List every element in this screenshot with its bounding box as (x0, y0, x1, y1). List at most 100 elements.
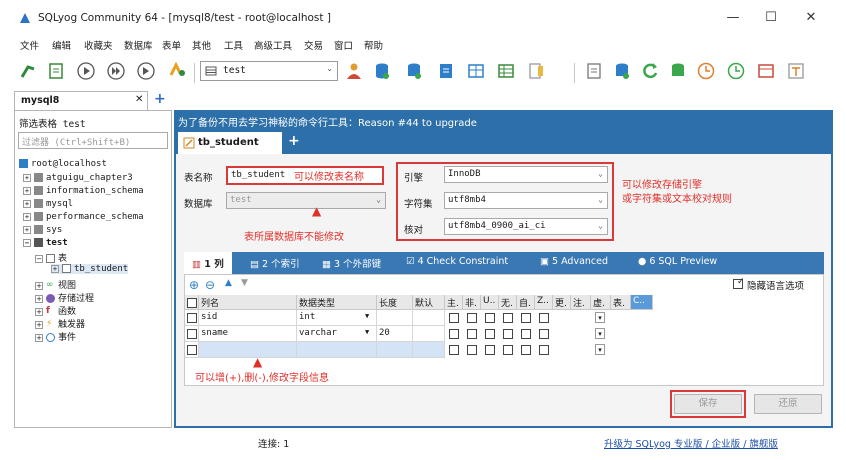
flag-checkbox[interactable] (521, 345, 531, 355)
data-type-cell[interactable]: varchar ▼ (297, 326, 377, 342)
tree-item-db-current[interactable]: − test (23, 238, 68, 248)
menu-other[interactable]: 其他 (192, 38, 211, 52)
engine-select[interactable]: InnoDB ⌄ (444, 166, 608, 183)
new-query-icon[interactable] (46, 61, 66, 81)
collapse-icon[interactable]: − (35, 254, 43, 263)
flag-checkbox[interactable] (485, 345, 495, 355)
default-cell[interactable] (413, 342, 445, 358)
length-cell[interactable] (377, 310, 413, 326)
query-builder-icon[interactable] (496, 61, 516, 81)
tab-indexes[interactable]: ▤ 2 个索引 (250, 256, 300, 270)
data-type-cell[interactable] (297, 342, 377, 358)
virtual-dropdown[interactable]: ▾ (595, 312, 605, 323)
clock-icon[interactable] (696, 61, 716, 81)
tree-folder-tables[interactable]: − 表 (35, 251, 67, 264)
add-column-icon[interactable]: ⊕ (189, 278, 199, 292)
close-window-button[interactable]: ✕ (796, 8, 826, 28)
expand-icon[interactable]: + (35, 307, 43, 316)
tree-folder-views[interactable]: + ∞ 视图 (35, 278, 76, 291)
flag-checkbox[interactable] (467, 313, 477, 323)
expand-icon[interactable]: + (35, 320, 43, 329)
collapse-icon[interactable]: − (23, 238, 31, 247)
collation-select[interactable]: utf8mb4_0900_ai_ci ⌄ (444, 218, 608, 235)
flag-checkbox[interactable] (539, 329, 549, 339)
schema-designer-icon[interactable] (466, 61, 486, 81)
expand-icon[interactable]: + (23, 173, 31, 182)
flag-checkbox[interactable] (485, 329, 495, 339)
tab-tb-student[interactable]: tb_student (178, 132, 282, 154)
backup-icon[interactable] (372, 61, 392, 81)
tab-advanced[interactable]: ▣ 5 Advanced (540, 256, 608, 267)
flag-checkbox[interactable] (449, 313, 459, 323)
execute-all-icon[interactable] (106, 61, 126, 81)
row-checkbox[interactable] (187, 313, 197, 323)
new-connection-icon[interactable] (18, 61, 38, 81)
flag-checkbox[interactable] (467, 345, 477, 355)
move-up-icon[interactable]: ▲ (225, 278, 232, 288)
menu-table[interactable]: 表单 (162, 38, 181, 52)
tree-item-db[interactable]: + performance_schema (23, 212, 144, 222)
user-icon[interactable] (344, 61, 364, 81)
column-name-cell[interactable] (199, 342, 297, 358)
delete-column-icon[interactable]: ⊖ (205, 278, 215, 292)
stop-icon[interactable] (136, 61, 156, 81)
flag-checkbox[interactable] (521, 329, 531, 339)
flag-checkbox[interactable] (485, 313, 495, 323)
revert-button[interactable]: 还原 (754, 394, 822, 414)
flag-checkbox[interactable] (449, 345, 459, 355)
close-icon[interactable]: ✕ (135, 94, 143, 105)
menu-edit[interactable]: 编辑 (52, 38, 71, 52)
tab-foreign-keys[interactable]: ▦ 3 个外部键 (322, 256, 381, 270)
row-checkbox[interactable] (187, 329, 197, 339)
new-connection-tab-button[interactable]: + (154, 91, 166, 107)
default-cell[interactable] (413, 326, 445, 342)
tree-folder-functions[interactable]: + f 函数 (35, 304, 76, 317)
expand-icon[interactable]: + (35, 333, 43, 342)
menu-file[interactable]: 文件 (20, 38, 39, 52)
upgrade-notice[interactable]: 为了备份不用去学习神秘的命令行工具：Reason #44 to upgrade (178, 114, 477, 129)
refresh-icon[interactable] (640, 61, 660, 81)
move-down-icon[interactable]: ▼ (241, 278, 248, 288)
tree-root-connection[interactable]: root@localhost (19, 159, 107, 169)
menu-window[interactable]: 窗口 (334, 38, 353, 52)
select-all-checkbox[interactable] (187, 298, 197, 308)
column-name-cell[interactable]: sname (199, 326, 297, 342)
report-icon[interactable] (756, 61, 776, 81)
virtual-dropdown[interactable]: ▾ (595, 344, 605, 355)
restore-icon[interactable] (404, 61, 424, 81)
tree-item-db[interactable]: + mysql (23, 199, 73, 209)
flag-checkbox[interactable] (539, 345, 549, 355)
tree-folder-events[interactable]: + 事件 (35, 330, 76, 343)
length-cell[interactable]: 20 (377, 326, 413, 342)
length-cell[interactable] (377, 342, 413, 358)
charset-select[interactable]: utf8mb4 ⌄ (444, 192, 608, 209)
expand-icon[interactable]: + (23, 186, 31, 195)
save-button[interactable]: 保存 (674, 394, 742, 414)
menu-transaction[interactable]: 交易 (304, 38, 323, 52)
execute-icon[interactable] (76, 61, 96, 81)
expand-icon[interactable]: + (35, 294, 43, 303)
menu-favorites[interactable]: 收藏夹 (84, 38, 113, 52)
tree-folder-procedures[interactable]: + 存储过程 (35, 291, 94, 304)
flag-checkbox[interactable] (503, 345, 513, 355)
scheduler-icon[interactable] (668, 61, 688, 81)
maximize-button[interactable]: ☐ (756, 8, 786, 28)
menu-tools[interactable]: 工具 (224, 38, 243, 52)
new-tab-button[interactable]: + (288, 133, 300, 149)
tree-item-db[interactable]: + sys (23, 225, 62, 235)
menu-database[interactable]: 数据库 (124, 38, 153, 52)
schema-icon[interactable] (168, 61, 188, 81)
default-cell[interactable] (413, 310, 445, 326)
database-select[interactable]: test ⌄ (200, 61, 338, 81)
tab-columns[interactable]: ▥ 1 列 (184, 252, 232, 274)
tree-item-db[interactable]: + atguigu_chapter3 (23, 173, 133, 183)
flag-checkbox[interactable] (539, 313, 549, 323)
flag-checkbox[interactable] (467, 329, 477, 339)
expand-icon[interactable]: + (23, 212, 31, 221)
tree-item-db[interactable]: + information_schema (23, 186, 144, 196)
virtual-dropdown[interactable]: ▾ (595, 328, 605, 339)
menu-advanced-tools[interactable]: 高级工具 (254, 38, 292, 52)
filter-input[interactable]: 过滤器 (Ctrl+Shift+B) (18, 132, 168, 149)
expand-icon[interactable]: + (23, 199, 31, 208)
column-name-cell[interactable]: sid (199, 310, 297, 326)
